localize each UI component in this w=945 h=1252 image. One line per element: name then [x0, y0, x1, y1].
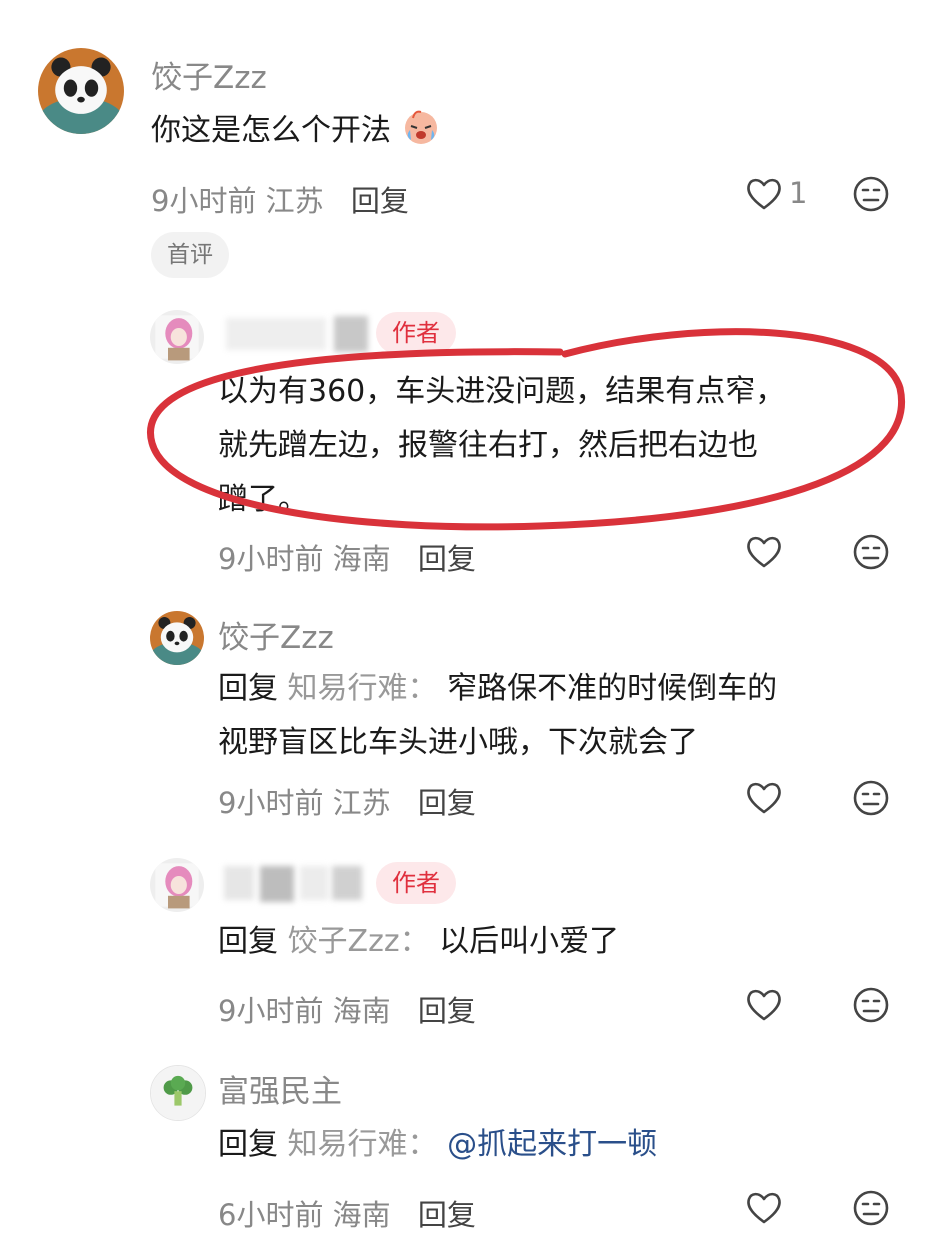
timestamp: 9小时前 [151, 184, 257, 218]
reply-to-user[interactable]: 饺子Zzz： [288, 924, 430, 959]
blurred-username [224, 866, 254, 900]
reply-button[interactable]: 回复 [351, 184, 409, 218]
panda-avatar-icon [38, 48, 124, 134]
red-circle-highlight [147, 328, 905, 531]
timestamp: 9小时前 [218, 994, 324, 1028]
avatar[interactable] [150, 858, 204, 912]
comment-text: 回复 知易行难： 窄路保不准的时候倒车的 视野盲区比车头进小哦，下次就会了 [218, 662, 918, 770]
dislike-face-icon[interactable] [851, 985, 891, 1025]
comment-text: 你这是怎么个开法 [151, 104, 441, 164]
location: 海南 [332, 542, 391, 576]
comment-meta: 9小时前 江苏 回复 [218, 780, 476, 822]
location: 海南 [332, 994, 391, 1028]
dislike-face-icon[interactable] [851, 174, 891, 214]
heart-icon[interactable] [744, 985, 784, 1025]
comment-text-content: 以后叫小爱了 [439, 924, 620, 959]
first-comment-tag: 首评 [151, 232, 229, 278]
username[interactable]: 富强民主 [218, 1066, 342, 1111]
reply-prefix: 回复 [218, 671, 278, 706]
timestamp: 9小时前 [218, 786, 324, 820]
blurred-username [260, 866, 294, 902]
reply-button[interactable]: 回复 [418, 786, 476, 820]
broccoli-avatar-icon [151, 1066, 205, 1120]
location: 江苏 [332, 786, 391, 820]
location: 江苏 [265, 184, 324, 218]
comment-meta: 9小时前 江苏 回复 [151, 178, 409, 220]
panda-avatar-icon [150, 611, 204, 665]
reply-prefix: 回复 [218, 1127, 278, 1162]
comment-meta: 6小时前 海南 回复 [218, 1192, 476, 1234]
blurred-username [332, 866, 362, 900]
reply-button[interactable]: 回复 [418, 994, 476, 1028]
anime-avatar-icon [150, 858, 204, 912]
mention-link[interactable]: @抓起来打一顿 [447, 1127, 657, 1162]
username[interactable]: 饺子Zzz [151, 52, 267, 97]
comment-text-line: 窄路保不准的时候倒车的 [447, 671, 778, 706]
heart-icon[interactable] [744, 1188, 784, 1228]
like-count: 1 [789, 176, 808, 210]
comment-text: 回复 饺子Zzz： 以后叫小爱了 [218, 915, 619, 969]
location: 海南 [332, 1198, 391, 1232]
reply-button[interactable]: 回复 [418, 542, 476, 576]
dislike-face-icon[interactable] [851, 778, 891, 818]
reply-to-user[interactable]: 知易行难： [288, 1127, 438, 1162]
heart-icon[interactable] [744, 778, 784, 818]
avatar[interactable] [150, 611, 204, 665]
author-badge: 作者 [376, 862, 456, 904]
dislike-face-icon[interactable] [851, 1188, 891, 1228]
heart-icon[interactable] [744, 174, 784, 214]
comment-meta: 9小时前 海南 回复 [218, 988, 476, 1030]
comment-text: 回复 知易行难： @抓起来打一顿 [218, 1118, 657, 1172]
comment-meta: 9小时前 海南 回复 [218, 536, 476, 578]
crying-face-emoji-icon [401, 106, 441, 164]
dislike-face-icon[interactable] [851, 532, 891, 572]
comment-text-content: 你这是怎么个开法 [151, 113, 391, 148]
timestamp: 6小时前 [218, 1198, 324, 1232]
reply-to-user[interactable]: 知易行难： [288, 671, 438, 706]
avatar[interactable] [38, 48, 124, 134]
avatar[interactable] [150, 1065, 206, 1121]
username[interactable]: 饺子Zzz [218, 612, 334, 657]
blurred-username [300, 866, 328, 900]
timestamp: 9小时前 [218, 542, 324, 576]
comment-text-line: 视野盲区比车头进小哦，下次就会了 [218, 725, 698, 760]
reply-prefix: 回复 [218, 924, 278, 959]
heart-icon[interactable] [744, 532, 784, 572]
reply-button[interactable]: 回复 [418, 1198, 476, 1232]
